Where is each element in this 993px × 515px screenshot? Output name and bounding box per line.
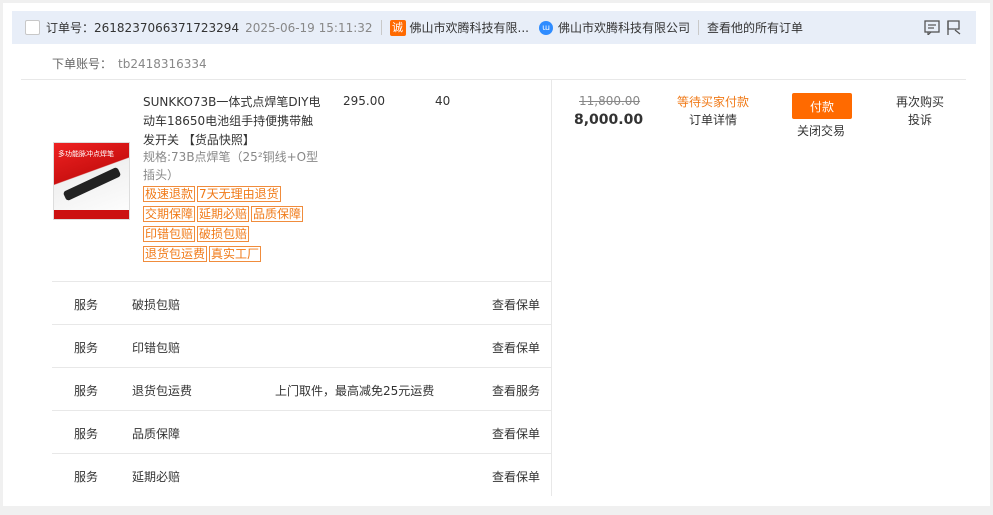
service-name: 印错包赔 [132, 341, 181, 355]
unit-price: 295.00 [343, 94, 385, 108]
order-number-value: 2618237066371723294 [94, 21, 240, 35]
service-type: 服务 [74, 470, 99, 484]
order-account: 下单账号： tb2418316334 [52, 55, 207, 72]
select-order-checkbox[interactable] [25, 20, 40, 35]
pay-button[interactable]: 付款 [792, 93, 852, 119]
view-all-orders-link[interactable]: 查看他的所有订单 [707, 19, 803, 36]
cheng-icon: 诚 [389, 19, 406, 36]
service-name: 品质保障 [132, 427, 181, 441]
guarantee-tag[interactable]: 退货包运费 [143, 246, 208, 262]
service-type: 服务 [74, 341, 99, 355]
order-number: 订单号：2618237066371723294 [46, 19, 239, 36]
thumbnail-footer [54, 210, 129, 219]
shop-name-link[interactable]: 佛山市欢腾科技有限... [410, 19, 529, 36]
guarantee-tag[interactable]: 交期保障 [143, 206, 196, 222]
view-policy-link[interactable]: 查看保单 [492, 468, 540, 485]
service-row: 服务 品质保障 查看保单 [52, 411, 551, 453]
order-detail-link[interactable]: 订单详情 [689, 111, 737, 128]
original-total: 11,800.00 [579, 94, 641, 108]
guarantee-tag[interactable]: 延期必赔 [197, 206, 250, 222]
order-date: 2025-06-19 15:11:32 [245, 20, 373, 35]
service-row: 服务 退货包运费 上门取件，最高减免25元运费 查看服务 [52, 368, 551, 410]
close-trade-link[interactable]: 关闭交易 [797, 122, 845, 139]
view-policy-link[interactable]: 查看保单 [492, 296, 540, 313]
order-header: 订单号：2618237066371723294 2025-06-19 15:11… [12, 11, 976, 44]
guarantee-tags: 极速退款 7天无理由退货 交期保障 延期必赔 品质保障 印错包赔 破损包赔 退货包运费真… [143, 186, 318, 266]
guarantee-tag[interactable]: 印错包赔 [143, 226, 196, 242]
order-status: 等待买家付款 [677, 95, 750, 109]
divider [380, 20, 382, 35]
complain-link[interactable]: 投诉 [908, 111, 932, 128]
quantity: 40 [435, 94, 451, 108]
service-row: 服务 印错包赔 查看保单 [52, 325, 551, 367]
wangwang-chat-icon[interactable]: ɯ [538, 20, 553, 35]
divider [551, 80, 552, 496]
account-value: tb2418316334 [118, 57, 207, 71]
product-thumbnail[interactable]: 多功能脉冲点焊笔 [53, 142, 130, 220]
guarantee-tag[interactable]: 品质保障 [251, 206, 304, 222]
divider [21, 79, 966, 80]
guarantee-tag[interactable]: 极速退款 [143, 186, 196, 202]
guarantee-tag[interactable]: 真实工厂 [209, 246, 262, 262]
order-number-label: 订单号： [46, 21, 95, 35]
guarantee-tag[interactable]: 7天无理由退货 [197, 186, 281, 202]
account-label: 下单账号： [52, 57, 113, 71]
thumbnail-text: 多功能脉冲点焊笔 [58, 150, 114, 158]
seller-name-link[interactable]: 佛山市欢腾科技有限公司 [558, 19, 690, 36]
service-type: 服务 [74, 427, 99, 441]
view-service-link[interactable]: 查看服务 [492, 382, 540, 399]
header-icons [924, 20, 962, 35]
service-name: 破损包赔 [132, 298, 181, 312]
view-policy-link[interactable]: 查看保单 [492, 425, 540, 442]
service-desc: 上门取件，最高减免25元运费 [275, 384, 435, 398]
flag-icon[interactable] [946, 20, 962, 35]
guarantee-tag[interactable]: 破损包赔 [197, 226, 250, 242]
service-type: 服务 [74, 298, 99, 312]
divider [698, 20, 699, 35]
actual-total: 8,000.00 [574, 112, 644, 128]
product-title-link[interactable]: SUNKKO73B一体式点焊笔DIY电动车18650电池组手持便携带触发开关 【… [143, 93, 323, 150]
service-type: 服务 [74, 384, 99, 398]
spot-welder-pen-image [62, 166, 122, 202]
service-name: 退货包运费 [132, 384, 193, 398]
view-policy-link[interactable]: 查看保单 [492, 339, 540, 356]
product-spec: 规格:73B点焊笔（25²铜线+O型插头） [143, 150, 319, 182]
service-row: 服务 破损包赔 查看保单 [52, 282, 551, 324]
service-row: 服务 延期必赔 查看保单 [52, 454, 551, 496]
service-name: 延期必赔 [132, 470, 181, 484]
rebuy-link[interactable]: 再次购买 [896, 93, 944, 110]
note-icon[interactable] [924, 20, 940, 35]
